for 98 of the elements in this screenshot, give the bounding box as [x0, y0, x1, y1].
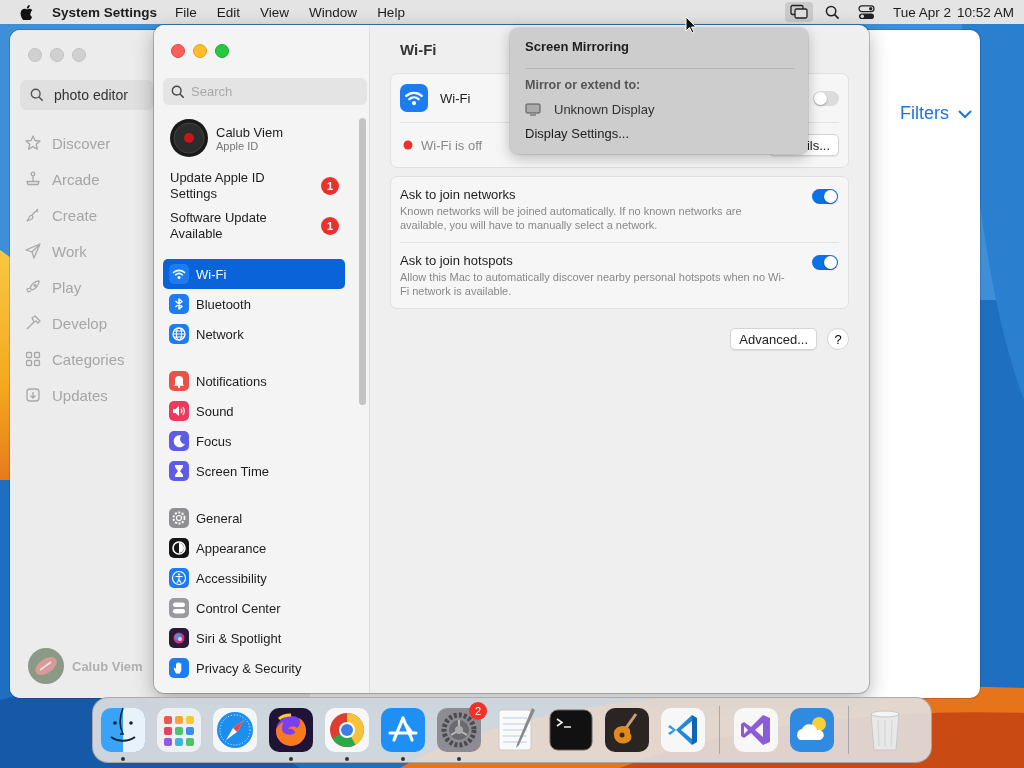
notification-badge: 1 [321, 217, 339, 235]
avatar-icon [170, 119, 208, 157]
compass-icon[interactable] [211, 706, 259, 754]
menu-item[interactable]: Window [309, 4, 358, 20]
speaker-icon [169, 401, 189, 421]
wifi-label: Wi-Fi [440, 90, 471, 106]
search-icon [30, 88, 44, 102]
sidebar-item[interactable]: Accessibility [163, 563, 345, 593]
avatar-icon[interactable] [28, 648, 64, 684]
fox-globe-icon[interactable] [267, 706, 315, 754]
bluetooth-icon [169, 294, 189, 314]
guitar-icon[interactable] [603, 706, 651, 754]
help-button[interactable]: ? [827, 328, 849, 350]
toggle-switch[interactable] [812, 255, 838, 270]
menu-item[interactable]: View [260, 4, 290, 20]
menu-item[interactable]: Help [377, 4, 405, 20]
option-title: Ask to join hotspots [400, 253, 514, 268]
menu-item[interactable]: File [175, 4, 197, 20]
gear-icon [169, 508, 189, 528]
cursor-icon [685, 16, 697, 34]
app-name-menu[interactable]: System Settings [52, 4, 158, 20]
close-button[interactable] [171, 44, 185, 58]
account-item[interactable]: Calub Viem Apple ID [163, 118, 345, 158]
sidebar-item[interactable]: Siri & Spotlight [163, 623, 345, 653]
sidebar-item[interactable]: Notifications [163, 366, 345, 396]
app-store-icon[interactable] [379, 706, 427, 754]
browser-wheel-icon[interactable] [323, 706, 371, 754]
wifi-icon [400, 84, 428, 112]
minimize-button[interactable] [193, 44, 207, 58]
option-title: Ask to join networks [400, 187, 517, 202]
sidebar-item[interactable]: Sound [163, 396, 345, 426]
account-name: Calub Viem [216, 124, 283, 140]
screen-mirroring-icon[interactable] [784, 2, 813, 22]
account-subtitle: Apple ID [216, 139, 260, 152]
notification-badge: 1 [321, 177, 339, 195]
scrollbar[interactable] [359, 118, 366, 405]
option-description: Known networks will be joined automatically. If no known networks are available, you will have to manually select a network. [400, 204, 743, 232]
toggles-icon [169, 598, 189, 618]
alert-label: Update Apple ID Settings [170, 170, 266, 202]
sidebar-item[interactable]: Appearance [163, 533, 345, 563]
apple-logo-icon[interactable] [20, 4, 33, 20]
rocket-icon [24, 278, 42, 296]
user-name: Calub Viem [72, 658, 143, 674]
orb-icon [169, 628, 189, 648]
star-icon [24, 134, 42, 152]
menu-title: Screen Mirroring [525, 39, 630, 54]
sidebar-item[interactable]: Bluetooth [163, 289, 345, 319]
hammer-icon [24, 314, 42, 332]
menu-bar-date[interactable]: Tue Apr 2 [892, 4, 951, 20]
alert-label: Software Update Available [170, 210, 268, 242]
alert-item[interactable]: Update Apple ID Settings 1 [163, 170, 345, 202]
sidebar-item[interactable]: Control Center [163, 593, 345, 623]
zoom-button[interactable] [215, 44, 229, 58]
contrast-icon [169, 538, 189, 558]
smiling-face-icon[interactable] [99, 706, 147, 754]
status-dot-icon [403, 140, 413, 150]
ide-icon[interactable] [732, 706, 780, 754]
search-field[interactable]: photo editor [20, 80, 154, 110]
accessibility-icon [169, 568, 189, 588]
joystick-icon [24, 170, 42, 188]
search-icon [171, 85, 185, 99]
menu-bar-time[interactable]: 10:52 AM [956, 4, 1014, 20]
sidebar-item[interactable]: Network [163, 319, 345, 349]
notification-badge: 2 [469, 702, 487, 720]
hand-icon [169, 658, 189, 678]
sidebar-item[interactable]: Privacy & Security [163, 653, 345, 683]
option-description: Allow this Mac to automatically discover nearby personal hotspots when no Wi-Fi network is available. [400, 270, 785, 298]
section-label: Mirror or extend to: [525, 78, 641, 92]
menu-item[interactable]: Edit [216, 4, 241, 20]
download-icon [24, 386, 42, 404]
sidebar-item[interactable]: Focus [163, 426, 345, 456]
code-editor-icon[interactable] [659, 706, 707, 754]
toggle-switch[interactable] [812, 189, 838, 204]
display-icon [525, 103, 541, 116]
gear-icon[interactable] [435, 706, 483, 754]
toggle-switch[interactable] [813, 90, 839, 106]
wifi-icon [169, 264, 189, 284]
paper-plane-icon [24, 242, 42, 260]
grid-icon [24, 350, 42, 368]
filters-button[interactable]: Filters [900, 103, 973, 124]
alert-item[interactable]: Software Update Available 1 [163, 210, 345, 242]
moon-icon [169, 431, 189, 451]
cloud-sun-icon[interactable] [788, 706, 836, 754]
app-grid-icon[interactable] [155, 706, 203, 754]
globe-icon [169, 324, 189, 344]
sidebar-item[interactable]: Screen Time [163, 456, 345, 486]
wifi-status: Wi-Fi is off [421, 137, 483, 153]
menu-item[interactable]: Unknown Display [525, 102, 655, 117]
menu-item[interactable]: Display Settings... [525, 126, 630, 141]
sidebar-item[interactable]: General [163, 503, 345, 533]
sidebar-item[interactable]: Wi-Fi [163, 259, 345, 289]
bell-icon [169, 371, 189, 391]
terminal-icon[interactable] [547, 706, 595, 754]
chevron-down-icon [957, 108, 973, 119]
page-title: Wi-Fi [400, 41, 437, 58]
hourglass-icon [169, 461, 189, 481]
advanced-button[interactable]: Advanced... [730, 328, 817, 350]
search-field[interactable]: Search [163, 78, 367, 105]
